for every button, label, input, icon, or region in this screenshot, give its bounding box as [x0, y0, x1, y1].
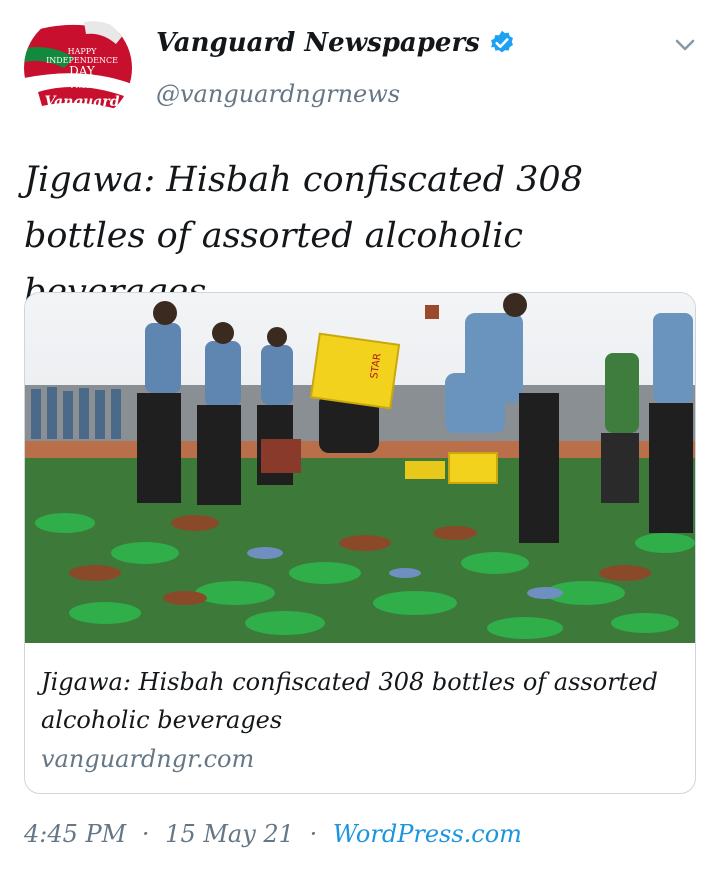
meta-separator: · [141, 820, 150, 848]
link-card[interactable]: STAR Jigawa: Hisbah confiscated 308 bott… [24, 292, 696, 794]
avatar-line4: FROM [70, 82, 93, 90]
tweet-meta: 4:45 PM · 15 May 21 · WordPress.com [24, 820, 522, 848]
tweet-date[interactable]: 15 May 21 [165, 820, 294, 848]
avatar-logo: Vanguard [44, 94, 119, 110]
card-domain[interactable]: vanguardngr.com [41, 745, 254, 773]
card-image[interactable]: STAR [25, 293, 695, 643]
avatar-line1: HAPPY [68, 47, 98, 56]
author-handle[interactable]: @vanguardngrnews [156, 80, 400, 108]
avatar-line3: DAY [69, 64, 96, 78]
tweet-source-link[interactable]: WordPress.com [333, 820, 522, 848]
card-title[interactable]: Jigawa: Hisbah confiscated 308 bottles o… [41, 663, 661, 739]
author-name-text: Vanguard Newspapers [156, 28, 480, 58]
tweet: HAPPY INDEPENDENCE DAY FROM Vanguard Van… [0, 0, 720, 878]
tweet-time[interactable]: 4:45 PM [24, 820, 126, 848]
author-display-name[interactable]: Vanguard Newspapers [156, 28, 516, 58]
meta-separator: · [309, 820, 318, 848]
chevron-down-icon[interactable] [670, 30, 700, 60]
avatar[interactable]: HAPPY INDEPENDENCE DAY FROM Vanguard [24, 14, 132, 122]
verified-badge-icon [488, 29, 516, 57]
